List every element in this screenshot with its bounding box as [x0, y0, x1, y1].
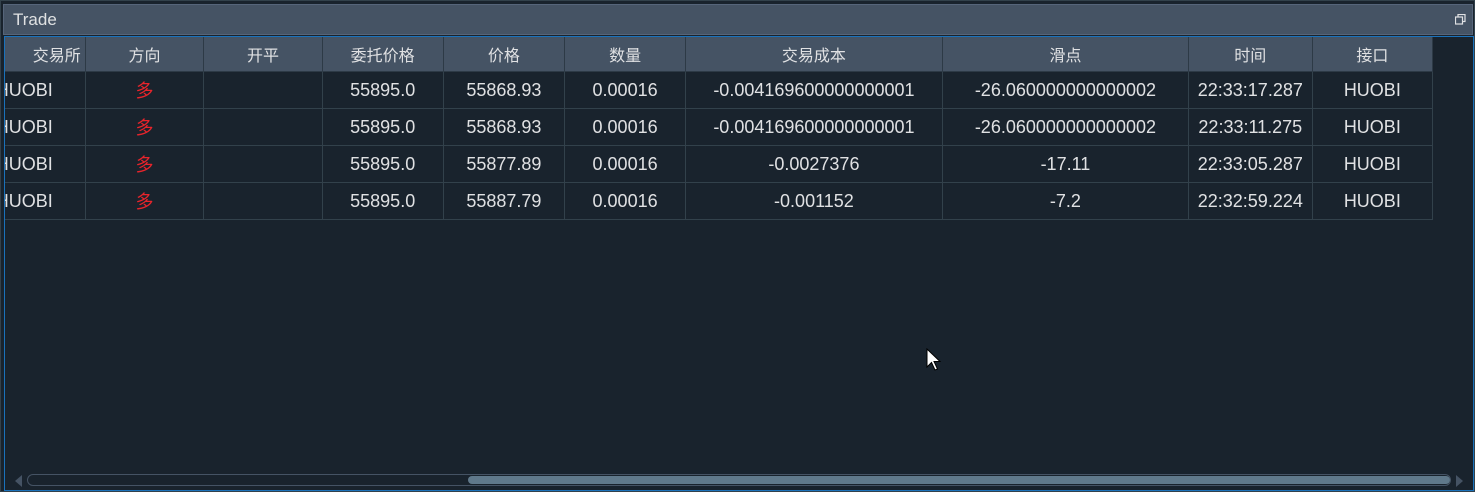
- cell-volume: 0.00016: [564, 182, 686, 220]
- cell-price: 55868.93: [442, 108, 566, 146]
- cell-offset: [203, 71, 323, 109]
- cell-time: 22:32:59.224: [1187, 182, 1313, 220]
- col-header-time[interactable]: 时间: [1188, 37, 1313, 72]
- float-window-icon[interactable]: [1455, 14, 1466, 25]
- cell-direction: 多: [84, 108, 205, 146]
- col-header-direction[interactable]: 方向: [85, 37, 205, 72]
- table-row[interactable]: HUOBI 多 55895.0 55887.79 0.00016 -0.0011…: [5, 182, 1434, 220]
- col-header-trade-cost[interactable]: 交易成本: [685, 37, 943, 72]
- cell-gateway: HUOBI: [1311, 145, 1434, 183]
- cell-order-price: 55895.0: [321, 71, 444, 109]
- cell-order-price: 55895.0: [321, 182, 444, 220]
- cell-slippage: -17.11: [941, 145, 1189, 183]
- col-header-order-price[interactable]: 委托价格: [322, 37, 444, 72]
- cell-trade-cost: -0.0027376: [685, 145, 943, 183]
- scrollbar-track[interactable]: [27, 474, 1451, 486]
- col-header-offset[interactable]: 开平: [203, 37, 323, 72]
- table-row[interactable]: HUOBI 多 55895.0 55868.93 0.00016 -0.0041…: [5, 71, 1434, 109]
- col-header-exchange[interactable]: 交易所: [5, 37, 86, 72]
- horizontal-scrollbar[interactable]: [13, 472, 1465, 488]
- col-header-volume[interactable]: 数量: [564, 37, 686, 72]
- col-header-price[interactable]: 价格: [443, 37, 566, 72]
- cell-exchange: HUOBI: [5, 108, 86, 146]
- cell-time: 22:33:05.287: [1187, 145, 1313, 183]
- cell-slippage: -7.2: [941, 182, 1189, 220]
- cell-volume: 0.00016: [564, 108, 686, 146]
- table-row[interactable]: HUOBI 多 55895.0 55877.89 0.00016 -0.0027…: [5, 145, 1434, 183]
- cell-price: 55868.93: [442, 71, 566, 109]
- mouse-pointer-icon: [926, 348, 942, 371]
- cell-offset: [203, 182, 323, 220]
- cell-direction: 多: [84, 71, 205, 109]
- cell-exchange: HUOBI: [5, 182, 86, 220]
- cell-exchange: HUOBI: [5, 71, 86, 109]
- cell-order-price: 55895.0: [321, 145, 444, 183]
- cell-volume: 0.00016: [564, 71, 686, 109]
- col-header-slippage[interactable]: 滑点: [942, 37, 1189, 72]
- cell-gateway: HUOBI: [1311, 108, 1434, 146]
- cell-direction: 多: [84, 145, 205, 183]
- cell-gateway: HUOBI: [1311, 71, 1434, 109]
- col-header-gateway[interactable]: 接口: [1312, 37, 1434, 72]
- scroll-left-icon[interactable]: [15, 475, 22, 487]
- trade-table-panel: 交易所 方向 开平 委托价格 价格 数量 交易成本 滑点 时间 接口 HUOBI: [4, 36, 1474, 491]
- window-title: Trade: [13, 10, 57, 29]
- cell-trade-cost: -0.004169600000000001: [685, 71, 943, 109]
- cell-offset: [203, 108, 323, 146]
- table-header-row: 交易所 方向 开平 委托价格 价格 数量 交易成本 滑点 时间 接口: [5, 37, 1434, 72]
- cell-trade-cost: -0.004169600000000001: [685, 108, 943, 146]
- cell-order-price: 55895.0: [321, 108, 444, 146]
- cell-volume: 0.00016: [564, 145, 686, 183]
- cell-direction: 多: [84, 182, 205, 220]
- cell-offset: [203, 145, 323, 183]
- table-viewport: 交易所 方向 开平 委托价格 价格 数量 交易成本 滑点 时间 接口 HUOBI: [5, 37, 1473, 471]
- cell-trade-cost: -0.001152: [685, 182, 943, 220]
- cell-price: 55887.79: [442, 182, 566, 220]
- trade-window: Trade 交易所 方向 开平 委托价格 价格 数量 交易成本 滑点 时间 接口…: [0, 0, 1475, 492]
- cell-slippage: -26.060000000000002: [941, 71, 1189, 109]
- scroll-right-icon[interactable]: [1456, 475, 1463, 487]
- cell-slippage: -26.060000000000002: [941, 108, 1189, 146]
- cell-time: 22:33:11.275: [1187, 108, 1313, 146]
- cell-price: 55877.89: [442, 145, 566, 183]
- cell-time: 22:33:17.287: [1187, 71, 1313, 109]
- scrollbar-thumb[interactable]: [468, 476, 1450, 484]
- table-row[interactable]: HUOBI 多 55895.0 55868.93 0.00016 -0.0041…: [5, 108, 1434, 146]
- cell-exchange: HUOBI: [5, 145, 86, 183]
- cell-gateway: HUOBI: [1311, 182, 1434, 220]
- trade-table: 交易所 方向 开平 委托价格 价格 数量 交易成本 滑点 时间 接口 HUOBI: [5, 37, 1434, 220]
- dock-title-bar[interactable]: Trade: [3, 4, 1473, 35]
